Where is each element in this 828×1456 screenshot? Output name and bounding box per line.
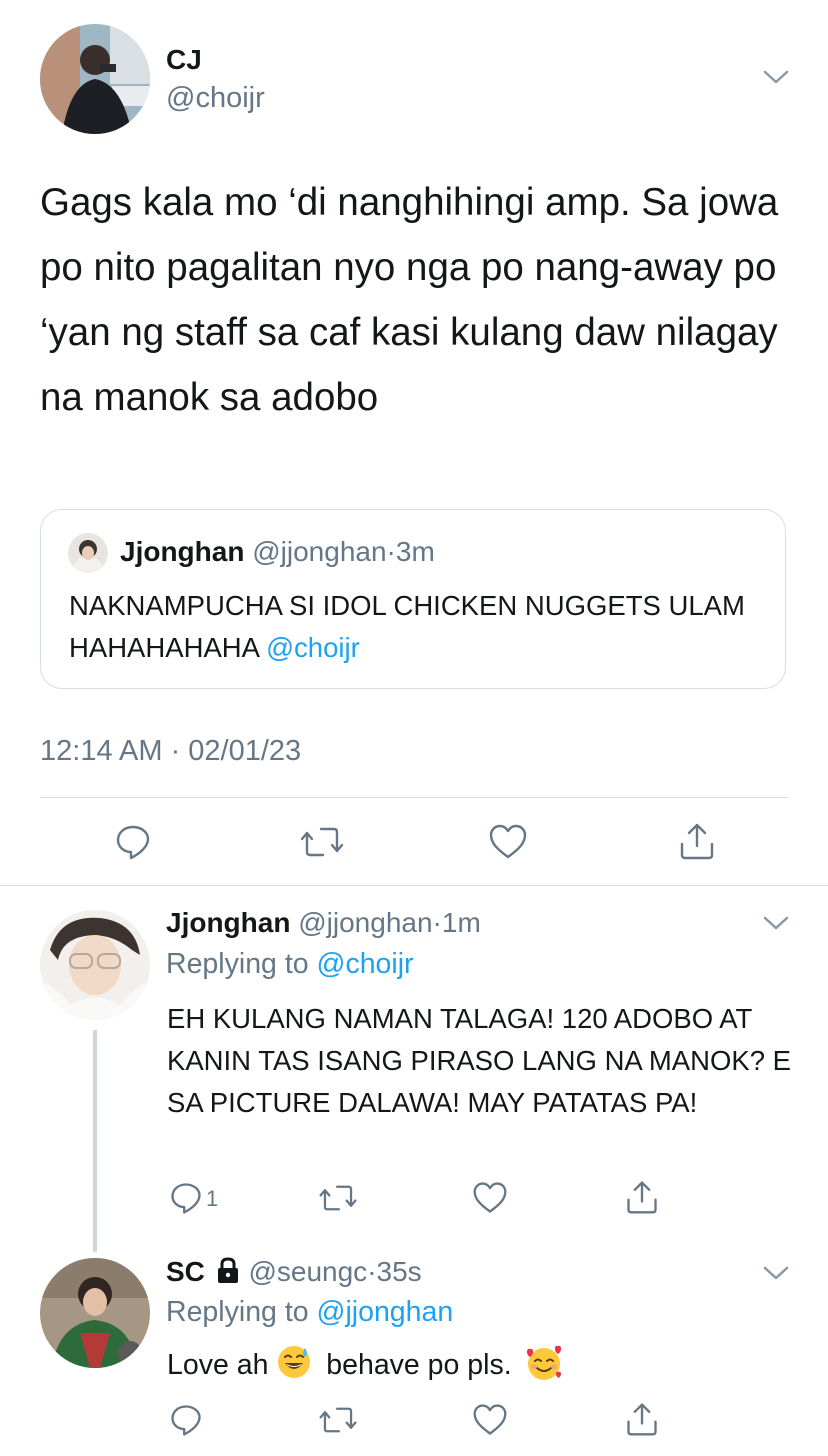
share-icon[interactable] <box>677 820 717 862</box>
quoted-mention-link[interactable]: @choijr <box>266 632 360 663</box>
chevron-down-icon[interactable] <box>762 66 790 88</box>
reply-text: Love ah behave po pls. <box>167 1344 797 1386</box>
replying-to-link[interactable]: @choijr <box>317 948 414 980</box>
reply-text-part2: behave po pls. <box>326 1349 512 1381</box>
replying-to-link[interactable]: @jjonghan <box>317 1296 454 1328</box>
thread-line <box>93 1030 97 1252</box>
like-icon[interactable] <box>471 1402 509 1438</box>
reply-author-avatar[interactable] <box>40 1258 150 1368</box>
divider <box>40 797 788 798</box>
main-author-avatar[interactable] <box>40 24 150 134</box>
lock-icon <box>215 1256 241 1284</box>
reply-separator: · <box>367 1256 377 1287</box>
share-icon[interactable] <box>624 1178 660 1216</box>
replying-to-line: Replying to @jjonghan <box>166 1296 453 1329</box>
reply-icon[interactable] <box>168 1180 204 1216</box>
replying-to-line: Replying to @choijr <box>166 948 414 981</box>
reply-author-name: Jjonghan <box>166 907 291 938</box>
replying-to-label: Replying to <box>166 948 309 980</box>
sweat-smile-emoji-icon <box>276 1344 312 1380</box>
reply-text: EH KULANG NAMAN TALAGA! 120 ADOBO AT KAN… <box>167 1003 792 1118</box>
smiling-face-with-hearts-emoji-icon <box>524 1344 561 1380</box>
quoted-age: 3m <box>395 536 435 567</box>
share-icon[interactable] <box>624 1400 660 1438</box>
reply-count: 1 <box>206 1186 219 1211</box>
reply-text-part1: Love ah <box>167 1349 269 1381</box>
like-icon[interactable] <box>471 1180 509 1216</box>
retweet-icon[interactable] <box>318 1180 358 1216</box>
retweet-icon[interactable] <box>299 822 345 862</box>
main-author-handle: @choijr <box>166 82 265 114</box>
chevron-down-icon[interactable] <box>762 1262 790 1284</box>
quoted-separator: · <box>386 536 396 567</box>
main-tweet-text: Gags kala mo ‘di nanghihingi amp. Sa jow… <box>40 181 779 419</box>
reply-separator: · <box>432 907 442 938</box>
quoted-author-handle: @jjonghan <box>252 536 387 567</box>
reply-age: 1m <box>441 907 481 938</box>
replying-to-label: Replying to <box>166 1296 309 1328</box>
quoted-tweet-header: Jjonghan @jjonghan·3m <box>68 536 435 568</box>
quoted-tweet-text: NAKNAMPUCHA SI IDOL CHICKEN NUGGETS ULAM… <box>69 585 789 669</box>
reply-author-handle: @seungc <box>248 1256 368 1287</box>
reply-header: Jjonghan @jjonghan·1m <box>166 907 481 939</box>
reply-header: SC @seungc·35s <box>166 1256 422 1288</box>
reply-age: 35s <box>376 1256 422 1287</box>
retweet-icon[interactable] <box>318 1402 358 1438</box>
like-icon[interactable] <box>487 822 529 862</box>
main-author-name: CJ <box>166 44 202 75</box>
reply-icon[interactable] <box>113 822 153 862</box>
chevron-down-icon[interactable] <box>762 912 790 934</box>
section-divider <box>0 885 828 886</box>
reply-author-avatar[interactable] <box>40 910 150 1020</box>
reply-author-name: SC <box>166 1256 205 1287</box>
quoted-author-name: Jjonghan <box>120 536 245 567</box>
quoted-text-body: NAKNAMPUCHA SI IDOL CHICKEN NUGGETS ULAM… <box>69 590 745 663</box>
reply-icon[interactable] <box>168 1402 204 1438</box>
tweet-timestamp: 12:14 AM · 02/01/23 <box>40 735 302 767</box>
reply-author-handle: @jjonghan <box>298 907 433 938</box>
